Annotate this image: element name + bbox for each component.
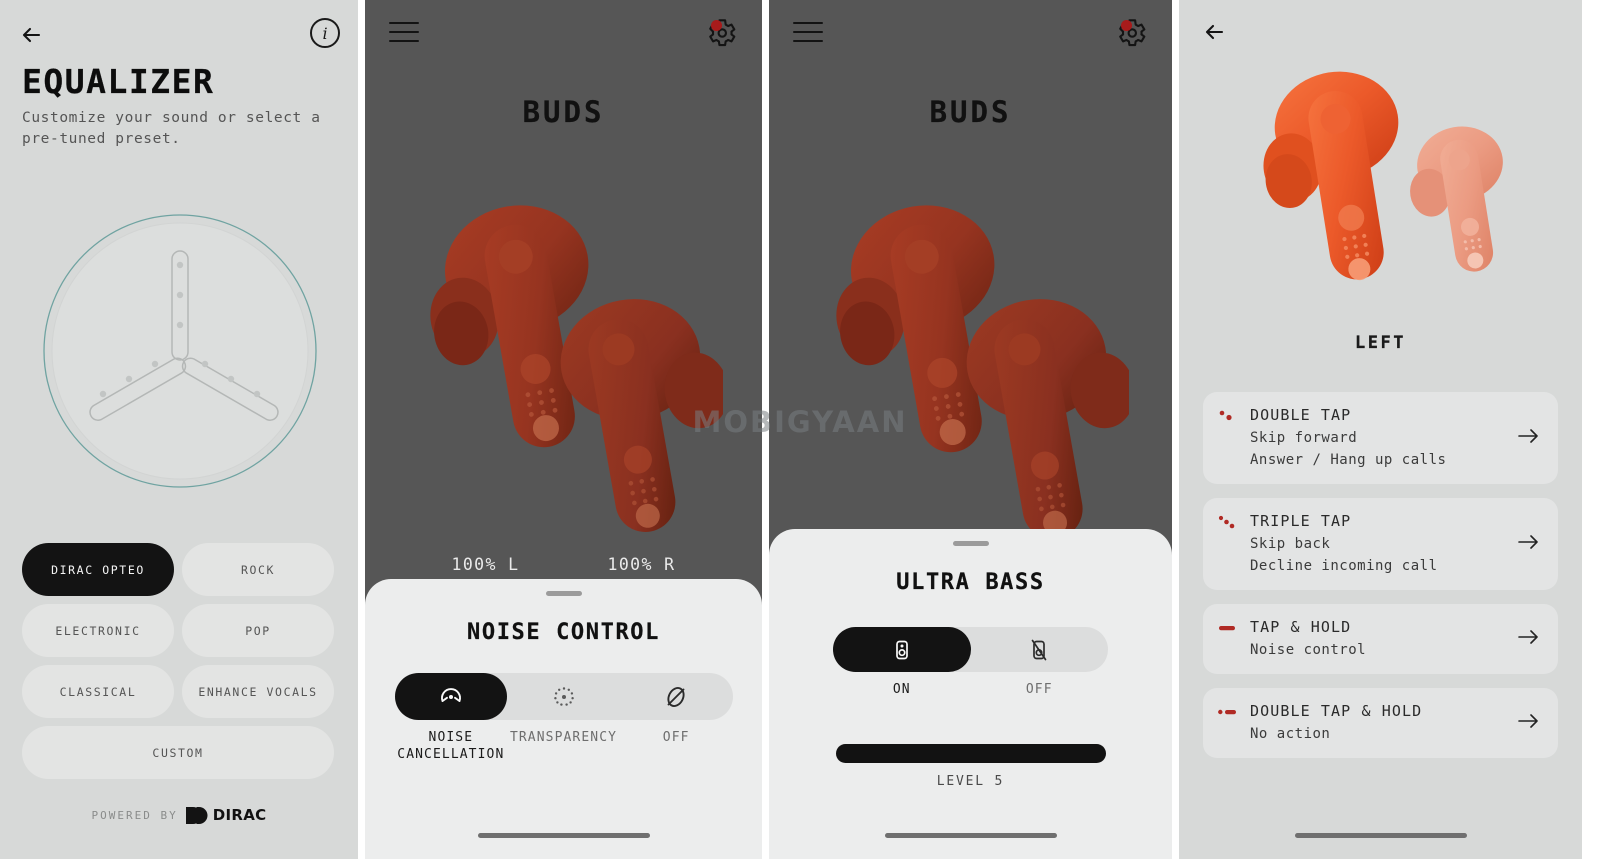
earbuds-image <box>403 172 729 546</box>
gesture-action-line: Answer / Hang up calls <box>1250 452 1447 468</box>
earbuds-left-right-image <box>1216 52 1546 321</box>
gear-icon[interactable] <box>704 16 740 52</box>
gesture-controls-screen: LEFT DOUBLE TAP Skip forward Answer / Ha… <box>1179 0 1582 859</box>
dirac-logo: DIRAC <box>185 806 267 824</box>
sheet-drag-handle[interactable] <box>545 591 582 596</box>
gesture-title: DOUBLE TAP & HOLD <box>1250 702 1423 720</box>
equalizer-topbar: i <box>0 10 358 54</box>
earbuds-image <box>809 172 1135 556</box>
buds-topbar <box>769 14 1172 54</box>
arrow-right-icon[interactable] <box>1516 426 1542 450</box>
ultra-bass-label-on: ON <box>892 682 911 697</box>
transparency-icon <box>553 686 574 706</box>
page-subtitle: Customize your sound or select a pre-tun… <box>22 110 321 147</box>
info-icon[interactable]: i <box>310 18 340 48</box>
ultra-bass-segmented-control <box>833 627 1108 672</box>
panel-divider <box>1172 0 1179 859</box>
gesture-item-double-tap-hold[interactable]: DOUBLE TAP & HOLD No action <box>1203 688 1558 758</box>
gesture-item-double-tap[interactable]: DOUBLE TAP Skip forward Answer / Hang up… <box>1203 392 1558 484</box>
panel-divider <box>762 0 769 859</box>
home-indicator <box>884 833 1057 838</box>
sheet-drag-handle[interactable] <box>952 541 989 546</box>
gesture-title: TAP & HOLD <box>1250 618 1352 636</box>
sheet-title: ULTRA BASS <box>896 570 1045 595</box>
mode-transparency[interactable] <box>507 673 620 720</box>
triple-tap-icon <box>1217 514 1239 529</box>
info-glyph: i <box>322 23 328 43</box>
preset-button[interactable]: ENHANCE VOCALS <box>182 665 334 718</box>
home-indicator <box>477 833 650 838</box>
page-title: EQUALIZER <box>22 62 215 101</box>
double-tap-icon <box>1217 408 1239 422</box>
gesture-item-tap-hold[interactable]: TAP & HOLD Noise control <box>1203 604 1558 674</box>
preset-button[interactable]: POP <box>182 604 334 657</box>
equalizer-screen: i EQUALIZER Customize your sound or sele… <box>0 0 358 859</box>
preset-button[interactable]: CLASSICAL <box>22 665 174 718</box>
device-title: BUDS <box>929 95 1012 129</box>
preset-button[interactable]: ROCK <box>182 543 334 596</box>
equalizer-dial[interactable] <box>41 212 319 490</box>
noise-mode-labels: NOISE CANCELLATION TRANSPARENCY OFF <box>395 729 733 763</box>
earbud-side-label: LEFT <box>1355 333 1406 353</box>
sheet-title: NOISE CONTROL <box>467 620 660 645</box>
gesture-title: TRIPLE TAP <box>1250 512 1352 530</box>
preset-button[interactable]: DIRAC OPTEO <box>22 543 174 596</box>
preset-list: DIRAC OPTEO ROCK ELECTRONIC POP CLASSICA… <box>22 543 336 779</box>
back-arrow-icon[interactable] <box>18 20 48 50</box>
bass-level-label: LEVEL 5 <box>936 774 1005 789</box>
dirac-wordmark: DIRAC <box>212 806 267 824</box>
bass-level-slider[interactable] <box>769 744 1172 763</box>
ultra-bass-on[interactable] <box>833 627 971 672</box>
gesture-list: DOUBLE TAP Skip forward Answer / Hang up… <box>1203 392 1558 772</box>
noise-mode-segmented-control <box>394 673 733 720</box>
battery-left: 100% L <box>451 555 520 574</box>
noise-control-sheet: NOISE CONTROL NOISE CANCELLATION TRANSPA… <box>365 579 762 859</box>
arrow-right-icon[interactable] <box>1516 532 1542 556</box>
double-tap-hold-icon <box>1217 704 1239 718</box>
ultra-bass-off[interactable] <box>971 627 1109 672</box>
arrow-right-icon[interactable] <box>1516 711 1542 735</box>
buds-noise-control-screen: BUDS 100% L 100% R NOISE CONTROL NOISE C… <box>365 0 762 859</box>
noise-off-icon <box>667 686 685 707</box>
speaker-mute-icon <box>1031 639 1047 660</box>
preset-button[interactable]: ELECTRONIC <box>22 604 174 657</box>
gesture-title: DOUBLE TAP <box>1250 406 1352 424</box>
buds-ultra-bass-screen: BUDS ULTRA BASS ON OFF LEVEL 5 <box>769 0 1172 859</box>
speaker-icon <box>895 640 908 659</box>
buds-topbar <box>365 14 762 54</box>
arrow-right-icon[interactable] <box>1516 627 1542 651</box>
powered-by-dirac: POWERED BY DIRAC <box>0 806 358 824</box>
back-arrow-icon[interactable] <box>1201 17 1231 47</box>
gesture-action-line: Decline incoming call <box>1250 558 1438 574</box>
hamburger-menu-icon[interactable] <box>389 22 419 44</box>
powered-by-label: POWERED BY <box>91 808 178 822</box>
battery-row: 100% L 100% R <box>365 555 762 574</box>
device-title: BUDS <box>522 95 605 129</box>
hamburger-menu-icon[interactable] <box>793 22 823 44</box>
noise-cancellation-icon <box>440 687 461 702</box>
notification-badge <box>711 20 722 31</box>
mode-noise-cancellation[interactable] <box>394 673 508 720</box>
ultra-bass-sheet: ULTRA BASS ON OFF LEVEL 5 <box>769 529 1172 859</box>
gear-icon[interactable] <box>1114 16 1150 52</box>
mode-label-transparency: TRANSPARENCY <box>509 730 618 745</box>
gesture-action-line: Skip forward <box>1250 430 1358 446</box>
mode-label-off: OFF <box>662 730 690 745</box>
panel-divider <box>358 0 365 859</box>
notification-badge <box>1121 20 1132 31</box>
ultra-bass-label-off: OFF <box>1025 682 1053 697</box>
ultra-bass-labels: ON OFF <box>833 681 1108 698</box>
screenshot-root: i EQUALIZER Customize your sound or sele… <box>0 0 1600 859</box>
mode-label-noise-cancellation: NOISE CANCELLATION <box>397 730 505 762</box>
tap-hold-icon <box>1217 620 1239 634</box>
gesture-action-line: No action <box>1250 726 1331 742</box>
preset-button[interactable]: CUSTOM <box>22 726 334 779</box>
battery-right: 100% R <box>607 555 676 574</box>
dirac-mark-icon <box>185 806 210 824</box>
gesture-action-line: Skip back <box>1250 536 1331 552</box>
mode-off[interactable] <box>620 673 733 720</box>
home-indicator <box>1294 833 1467 838</box>
gesture-action-line: Noise control <box>1250 642 1367 658</box>
gesture-item-triple-tap[interactable]: TRIPLE TAP Skip back Decline incoming ca… <box>1203 498 1558 590</box>
